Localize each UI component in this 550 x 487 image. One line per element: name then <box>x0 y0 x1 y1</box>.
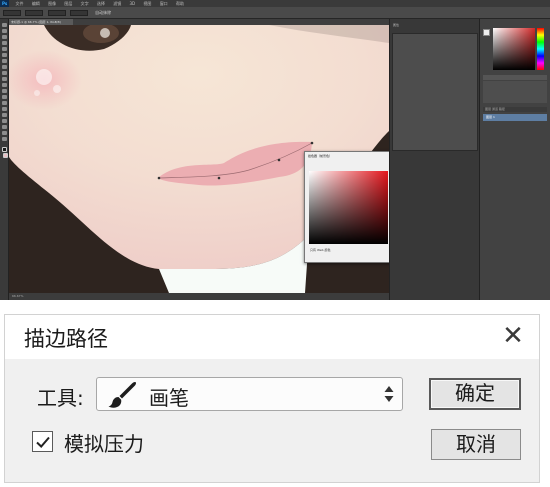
checkmark-icon <box>34 433 52 451</box>
options-mode-box[interactable] <box>47 10 66 16</box>
quick-select-tool-icon[interactable] <box>2 41 7 45</box>
path-select-tool-icon[interactable] <box>2 119 7 123</box>
right-panel-dock: 图层 通道 路径 图层 1 <box>479 19 550 300</box>
menu-file[interactable]: 文件 <box>16 0 24 7</box>
swatches-panel <box>483 81 547 103</box>
crop-tool-icon[interactable] <box>2 47 7 51</box>
brush-icon <box>107 381 137 409</box>
status-bar: 66.67% <box>9 293 389 300</box>
properties-panel-body <box>392 33 478 151</box>
menu-type[interactable]: 文字 <box>81 0 89 7</box>
menu-help[interactable]: 帮助 <box>176 0 184 7</box>
menu-image[interactable]: 图像 <box>48 0 56 7</box>
tool-dropdown[interactable]: 画笔 <box>96 377 403 411</box>
dialog-title: 描边路径 <box>24 327 108 351</box>
options-bar: 自动抹除 <box>0 7 550 19</box>
gradient-tool-icon[interactable] <box>2 89 7 93</box>
simulate-pressure-checkbox[interactable] <box>32 431 53 452</box>
tool-label: 工具: <box>37 386 84 410</box>
zoom-tool-icon[interactable] <box>2 137 7 141</box>
menu-3d[interactable]: 3D <box>130 0 136 7</box>
dialog-titlebar: 描边路径 ✕ <box>5 315 539 359</box>
lasso-tool-icon[interactable] <box>2 35 7 39</box>
menu-window[interactable]: 窗口 <box>160 0 168 7</box>
image-gap <box>0 300 550 314</box>
layers-panel-tabs[interactable]: 图层 通道 路径 <box>483 107 547 112</box>
marquee-tool-icon[interactable] <box>2 29 7 33</box>
close-icon[interactable]: ✕ <box>496 319 530 353</box>
foreground-color-swatch[interactable] <box>2 147 7 152</box>
menu-layer[interactable]: 图层 <box>64 0 72 7</box>
layer-row[interactable]: 图层 1 <box>483 114 547 121</box>
blur-tool-icon[interactable] <box>2 95 7 99</box>
pen-tool-icon[interactable] <box>2 107 7 111</box>
properties-panel: 属性 <box>389 19 479 300</box>
screenshot-root: Ps 文件 编辑 图像 图层 文字 选择 滤镜 3D 视图 窗口 帮助 自动抹除 <box>0 0 550 487</box>
cancel-button[interactable]: 取消 <box>431 429 521 460</box>
brush-tool-icon[interactable] <box>2 65 7 69</box>
dodge-tool-icon[interactable] <box>2 101 7 105</box>
options-opacity-box[interactable] <box>69 10 88 16</box>
swatches-tab-row <box>483 75 547 80</box>
menu-filter[interactable]: 滤镜 <box>113 0 121 7</box>
menu-view[interactable]: 视图 <box>143 0 151 7</box>
options-preset-box[interactable] <box>3 10 21 16</box>
ps-logo: Ps <box>0 0 10 7</box>
stroke-path-dialog: 描边路径 ✕ 工具: 画笔 确定 取消 模拟压力 <box>4 314 540 483</box>
ok-button[interactable]: 确定 <box>429 378 521 410</box>
history-brush-tool-icon[interactable] <box>2 77 7 81</box>
tools-panel <box>0 19 9 300</box>
menu-select[interactable]: 选择 <box>97 0 105 7</box>
color-picker-title: 拾色器（前景色） <box>308 154 333 158</box>
only-web-colors-checkbox[interactable]: 只有 Web 颜色 <box>310 248 330 252</box>
eraser-tool-icon[interactable] <box>2 83 7 87</box>
menu-bar: Ps 文件 编辑 图像 图层 文字 选择 滤镜 3D 视图 窗口 帮助 <box>0 0 550 7</box>
options-size-box[interactable] <box>25 10 44 16</box>
menu-edit[interactable]: 编辑 <box>32 0 40 7</box>
eyedropper-tool-icon[interactable] <box>2 53 7 57</box>
healing-tool-icon[interactable] <box>2 59 7 63</box>
tool-dropdown-value: 画笔 <box>149 386 189 410</box>
hand-tool-icon[interactable] <box>2 131 7 135</box>
type-tool-icon[interactable] <box>2 113 7 117</box>
properties-panel-title: 属性 <box>393 23 400 27</box>
stamp-tool-icon[interactable] <box>2 71 7 75</box>
color-field[interactable] <box>309 171 388 244</box>
background-color-swatch[interactable] <box>3 153 8 158</box>
chevron-updown-icon <box>383 384 395 404</box>
simulate-pressure-label[interactable]: 模拟压力 <box>64 428 144 457</box>
photoshop-window: Ps 文件 编辑 图像 图层 文字 选择 滤镜 3D 视图 窗口 帮助 自动抹除 <box>0 0 550 300</box>
color-panel-hue[interactable] <box>537 28 544 70</box>
move-tool-icon[interactable] <box>2 23 7 27</box>
options-auto-erase[interactable]: 自动抹除 <box>95 7 111 19</box>
color-panel-field[interactable] <box>493 28 535 70</box>
shape-tool-icon[interactable] <box>2 125 7 129</box>
color-panel-fg-swatch[interactable] <box>483 29 490 36</box>
